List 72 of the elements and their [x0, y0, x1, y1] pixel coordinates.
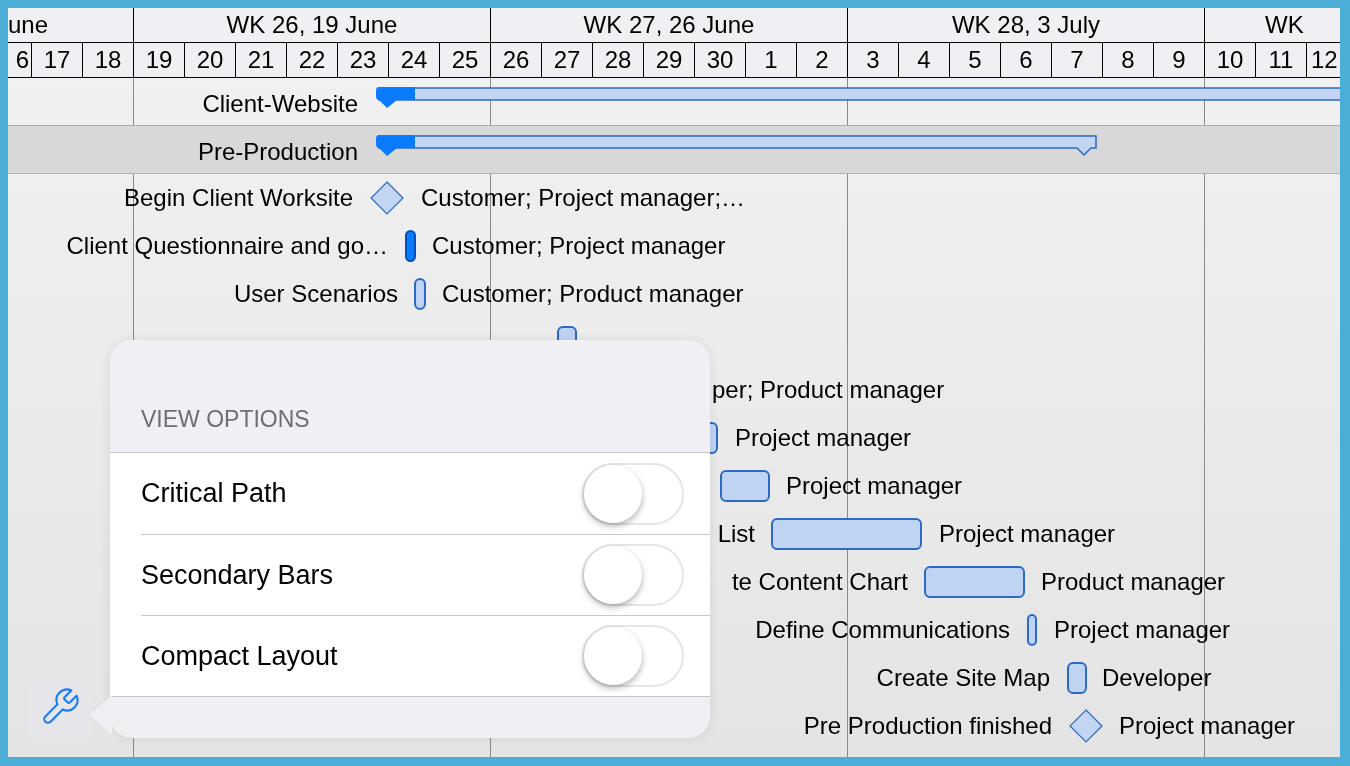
day-label: 20: [184, 43, 235, 77]
summary-name: Pre-Production: [197, 138, 358, 166]
day-label: 11: [1255, 43, 1306, 77]
task-name: Define Communications: [755, 616, 1010, 644]
day-label: 27: [541, 43, 592, 77]
day-label: 17: [31, 43, 82, 77]
day-label: 2: [796, 43, 847, 77]
task-name: te Content Chart: [731, 568, 908, 596]
week-label: WK: [1204, 8, 1340, 42]
milestone-diamond[interactable]: [370, 181, 404, 215]
task-bar[interactable]: [771, 518, 922, 550]
section-header: VIEW OPTIONS: [141, 404, 310, 434]
week-label: WK 26, 19 June: [133, 8, 490, 42]
task-resources: Project manager: [1054, 616, 1231, 644]
task-bar[interactable]: [1027, 614, 1037, 646]
day-label: 1: [745, 43, 796, 77]
task-bar[interactable]: [414, 278, 426, 310]
day-label: 5: [949, 43, 1000, 77]
day-label: 6: [1000, 43, 1051, 77]
task-bar[interactable]: [405, 230, 416, 262]
task-resources: Customer; Project manager: [432, 232, 726, 260]
task-bar[interactable]: [1067, 662, 1087, 694]
day-label: 18: [82, 43, 133, 77]
task-name: Pre Production finished: [803, 712, 1052, 740]
day-label: 21: [235, 43, 286, 77]
summary-bar[interactable]: [375, 86, 1340, 108]
option-label: Critical Path: [141, 477, 287, 511]
day-label: 9: [1153, 43, 1204, 77]
toggle-switch[interactable]: [582, 462, 684, 525]
task-bar[interactable]: [924, 566, 1025, 598]
day-label: 19: [133, 43, 184, 77]
task-resources: per; Product manager: [712, 376, 945, 404]
option-label: Secondary Bars: [141, 558, 334, 592]
task-name: Client Questionnaire and go…: [66, 232, 388, 260]
day-label: 24: [388, 43, 439, 77]
task-resources: Developer: [1102, 664, 1212, 692]
settings-wrench-button[interactable]: [28, 675, 92, 738]
day-label: 6: [14, 45, 30, 75]
week-label: WK 28, 3 July: [847, 8, 1204, 42]
day-label: 30: [694, 43, 745, 77]
day-label: 22: [286, 43, 337, 77]
option-label: Compact Layout: [141, 639, 338, 673]
toggle-switch[interactable]: [582, 625, 684, 687]
week-label: une: [8, 10, 50, 40]
week-label: WK 27, 26 June: [490, 8, 847, 42]
day-label: 12: [1306, 43, 1340, 77]
day-label: 4: [898, 43, 949, 77]
task-resources: Product manager: [1041, 568, 1226, 596]
task-resources: Project manager: [735, 424, 912, 452]
task-resources: Project manager: [939, 520, 1116, 548]
day-label: 28: [592, 43, 643, 77]
task-name: Create Site Map: [876, 664, 1050, 692]
day-label: 25: [439, 43, 490, 77]
toggle-switch[interactable]: [582, 544, 684, 606]
day-label: 7: [1051, 43, 1102, 77]
day-label: 23: [337, 43, 388, 77]
task-resources: Project manager: [786, 472, 963, 500]
day-label: 8: [1102, 43, 1153, 77]
task-resources: Project manager: [1119, 712, 1296, 740]
day-label: 10: [1204, 43, 1255, 77]
task-bar[interactable]: [720, 470, 770, 502]
milestone-diamond[interactable]: [1069, 709, 1103, 743]
day-label: 3: [847, 43, 898, 77]
task-resources: Customer; Project manager;…: [421, 184, 746, 212]
task-name: Begin Client Worksite: [124, 184, 353, 212]
task-name: User Scenarios: [233, 280, 398, 308]
summary-name: Client-Website: [202, 90, 358, 118]
task-name: List: [717, 520, 755, 548]
summary-bar[interactable]: [375, 134, 1097, 156]
day-label: 26: [490, 43, 541, 77]
task-resources: Customer; Product manager: [442, 280, 744, 308]
day-label: 29: [643, 43, 694, 77]
